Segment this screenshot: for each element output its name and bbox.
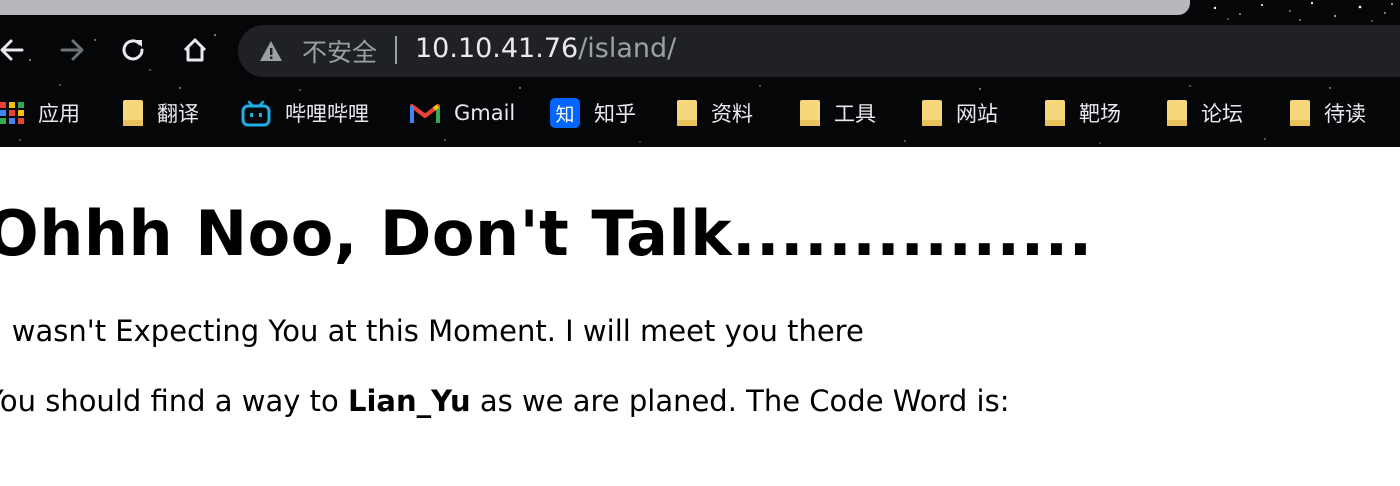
bookmark-materials[interactable]: 资料 — [677, 95, 753, 131]
folder-icon — [800, 100, 820, 126]
bookmark-label: Gmail — [454, 101, 516, 125]
url-path: /island/ — [578, 33, 677, 64]
back-button[interactable] — [0, 30, 32, 70]
home-icon — [183, 38, 207, 62]
bookmark-apps[interactable]: 应用 — [0, 95, 80, 131]
url-text[interactable]: 10.10.41.76/island/ — [415, 33, 676, 64]
address-bar[interactable] — [238, 25, 1400, 77]
para2-suffix: as we are planed. The Code Word is: — [470, 384, 1010, 418]
bilibili-icon — [241, 100, 271, 127]
folder-icon — [922, 100, 942, 126]
reload-button[interactable] — [113, 30, 153, 70]
folder-icon — [123, 100, 143, 126]
reload-icon — [122, 39, 144, 61]
paragraph-code-word: You should find a way to Lian_Yu as we a… — [0, 384, 1009, 418]
not-secure-label[interactable]: 不安全 — [302, 33, 377, 69]
back-arrow-icon — [0, 39, 24, 61]
bookmark-label: 哔哩哔哩 — [285, 102, 369, 126]
bookmark-ranges[interactable]: 靶场 — [1045, 95, 1121, 131]
para2-prefix: You should find a way to — [0, 384, 348, 418]
url-separator — [395, 36, 397, 64]
bookmark-label: 应用 — [38, 102, 80, 126]
zhihu-icon: 知 — [550, 98, 580, 128]
apps-grid-icon — [0, 102, 24, 124]
paragraph-expecting: I wasn't Expecting You at this Moment. I… — [0, 314, 864, 348]
browser-chrome: 不安全 10.10.41.76/island/ 应用 翻译 哔哩哔哩 Gmail — [0, 0, 1400, 147]
forward-arrow-icon — [60, 39, 84, 61]
folder-icon — [1045, 100, 1065, 126]
tab-strip — [0, 0, 1190, 15]
forward-button[interactable] — [52, 30, 92, 70]
bookmark-forums[interactable]: 论坛 — [1167, 95, 1243, 131]
page-content: Ohhh Noo, Don't Talk............... I wa… — [0, 147, 1400, 486]
folder-icon — [677, 100, 697, 126]
bookmark-label: 待读 — [1324, 102, 1366, 126]
home-button[interactable] — [175, 30, 215, 70]
gmail-icon — [410, 104, 440, 123]
bold-lian-yu: Lian_Yu — [347, 384, 471, 418]
bookmark-zhihu[interactable]: 知 知乎 — [550, 95, 636, 131]
bookmark-bilibili[interactable]: 哔哩哔哩 — [241, 95, 369, 131]
bookmark-translate[interactable]: 翻译 — [123, 95, 199, 131]
bookmark-label: 翻译 — [157, 102, 199, 126]
bookmark-to-read[interactable]: 待读 — [1290, 95, 1366, 131]
url-host: 10.10.41.76 — [415, 33, 579, 64]
bookmark-label: 靶场 — [1079, 102, 1121, 126]
folder-icon — [1290, 100, 1310, 126]
folder-icon — [1167, 100, 1187, 126]
bookmark-websites[interactable]: 网站 — [922, 95, 998, 131]
warning-triangle-icon[interactable] — [258, 38, 284, 64]
bookmark-label: 工具 — [834, 102, 876, 126]
bookmark-label: 知乎 — [594, 102, 636, 126]
bookmark-label: 网站 — [956, 102, 998, 126]
bookmark-tools[interactable]: 工具 — [800, 95, 876, 131]
bookmark-gmail[interactable]: Gmail — [410, 95, 515, 131]
bookmark-label: 论坛 — [1201, 102, 1243, 126]
page-heading: Ohhh Noo, Don't Talk............... — [0, 197, 1093, 270]
bookmark-label: 资料 — [711, 102, 753, 126]
